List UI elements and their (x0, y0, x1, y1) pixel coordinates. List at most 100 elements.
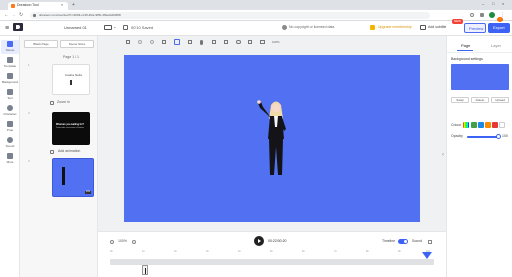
brush-icon[interactable] (174, 39, 180, 45)
extension-icon[interactable] (480, 13, 484, 17)
mic-icon[interactable] (200, 40, 203, 45)
character-left-hand (257, 100, 261, 104)
rail-item-background[interactable]: Background (1, 72, 19, 86)
add-element-icon[interactable] (126, 40, 130, 44)
timeline-track[interactable] (110, 259, 434, 265)
opacity-slider-handle[interactable] (496, 134, 501, 139)
undo-icon[interactable] (138, 40, 142, 44)
window-close-icon[interactable]: × (502, 2, 504, 6)
play-button[interactable] (254, 236, 264, 246)
zoom-out-icon[interactable] (110, 240, 114, 244)
lock-icon (33, 14, 36, 17)
new-tab-icon[interactable]: + (72, 3, 75, 8)
rail-item-label: Character (3, 112, 17, 116)
scene-thumb-3[interactable]: 10s (52, 158, 94, 197)
forward-icon[interactable]: → (11, 13, 16, 18)
add-animation-link[interactable]: Add animation (58, 149, 80, 154)
subtitle-icon (420, 25, 426, 30)
color-swatch-2[interactable] (478, 122, 484, 128)
timeline-toggle[interactable] (398, 239, 408, 244)
hamburger-menu-icon[interactable]: ≡ (5, 25, 9, 32)
scene-thumb-2[interactable]: What are you waiting for? Create video i… (52, 112, 90, 145)
tick-label: 7s (334, 250, 337, 253)
timeline-panel: 100% 00:22/00:20 Timeline Sound 0s 1s 2s… (98, 231, 446, 277)
url-text: doratoon.com/vue/tool?c=2003-cc45-4f2e-9… (39, 13, 121, 17)
blank-page-label: Blank Page (33, 42, 49, 46)
timeline-settings-icon[interactable] (428, 240, 432, 244)
chevron-down-icon[interactable]: ⌄ (113, 25, 116, 29)
blank-page-button[interactable]: Blank Page (24, 40, 58, 48)
back-icon[interactable]: ← (4, 13, 9, 18)
upgrade-membership-link[interactable]: Upgrade membership (378, 25, 412, 30)
scene-store-button[interactable]: Scene Store (60, 40, 94, 48)
window-minimize-icon[interactable]: – (482, 2, 484, 6)
background-settings-label: Background settings (451, 57, 483, 61)
crop-icon[interactable] (248, 40, 252, 44)
project-name[interactable]: Unnamed 01 (64, 26, 87, 30)
device-select-icon[interactable] (104, 25, 112, 30)
preview-button[interactable]: Preview (464, 23, 486, 33)
upload-button[interactable]: Upload (491, 97, 509, 103)
rail-item-text[interactable]: Text (1, 88, 19, 102)
canvas[interactable] (124, 55, 420, 222)
bookmark-star-icon[interactable] (470, 13, 474, 17)
rail-item-label: Scene (5, 48, 15, 52)
rail-item-label: Template (3, 64, 17, 68)
opacity-slider[interactable] (467, 134, 501, 139)
timecode: 00:22/00:20 (268, 239, 287, 243)
color-swatch-1[interactable] (471, 122, 477, 128)
pen-icon[interactable] (188, 40, 192, 44)
track-clip[interactable] (142, 265, 148, 275)
rail-item-more[interactable]: More (1, 152, 19, 166)
window-maximize-icon[interactable]: □ (492, 2, 494, 6)
tab-close-icon[interactable]: × (61, 3, 63, 8)
shape-icon[interactable] (212, 40, 216, 44)
opacity-label: Opacity (451, 134, 463, 138)
crown-icon (370, 25, 375, 30)
capture-icon[interactable] (260, 40, 265, 44)
edit-icon[interactable] (224, 40, 228, 44)
profile-avatar[interactable] (489, 12, 495, 18)
character-icon (7, 105, 13, 111)
upload-label: Upload (495, 98, 505, 102)
copyright-notice[interactable]: No copyright or licensed data (289, 25, 334, 30)
swap-button[interactable]: Swap (451, 97, 469, 103)
add-subtitle-button[interactable]: Add subtitle (428, 25, 446, 30)
cut-icon[interactable] (162, 40, 166, 44)
tick-label: 8s (366, 250, 369, 253)
redo-icon[interactable] (150, 40, 154, 44)
reload-icon[interactable]: ↻ (19, 13, 23, 18)
color-swatch-4[interactable] (492, 122, 498, 128)
rail-item-character[interactable]: Character (1, 104, 19, 118)
rail-item-template[interactable]: Template (1, 56, 19, 70)
url-field[interactable]: doratoon.com/vue/tool?c=2003-cc45-4f2e-9… (30, 12, 430, 19)
zoom-in-icon[interactable] (132, 240, 136, 244)
browser-tab[interactable]: Doratoon Tool × (8, 2, 68, 10)
playhead-marker[interactable] (422, 252, 432, 259)
character-figure[interactable] (250, 99, 302, 177)
rail-item-label: Sound (5, 144, 15, 148)
color-swatch-5[interactable] (499, 122, 505, 128)
export-button[interactable]: Export (488, 23, 510, 33)
tab-layer[interactable]: Layer (491, 44, 501, 48)
delete-button[interactable]: Delete (471, 97, 489, 103)
export-badge: ! (497, 17, 503, 22)
background-icon (7, 73, 13, 79)
zoom-percent[interactable]: 100% (272, 41, 280, 44)
sound-toggle-label[interactable]: Sound (412, 239, 422, 244)
collapse-right-panel-icon[interactable]: ‹ (442, 152, 444, 158)
swatch-palette-icon[interactable] (463, 122, 469, 128)
rail-item-prop[interactable]: Prop (1, 120, 19, 134)
zoom-in-link[interactable]: Zoom in (57, 100, 70, 105)
rail-item-scene[interactable]: Scene (1, 40, 19, 54)
thumb-1-text: Creative Studio (65, 74, 83, 77)
scene-thumb-1[interactable]: Creative Studio (52, 64, 90, 95)
swap-label: Swap (456, 98, 464, 102)
rail-item-label: More (6, 160, 14, 164)
background-color-preview[interactable] (451, 64, 509, 90)
tab-page[interactable]: Page (461, 44, 470, 48)
color-swatch-3[interactable] (485, 122, 491, 128)
link-icon[interactable] (236, 40, 241, 44)
rail-item-sound[interactable]: Sound (1, 136, 19, 150)
timeline-zoom: 100% (118, 239, 127, 243)
